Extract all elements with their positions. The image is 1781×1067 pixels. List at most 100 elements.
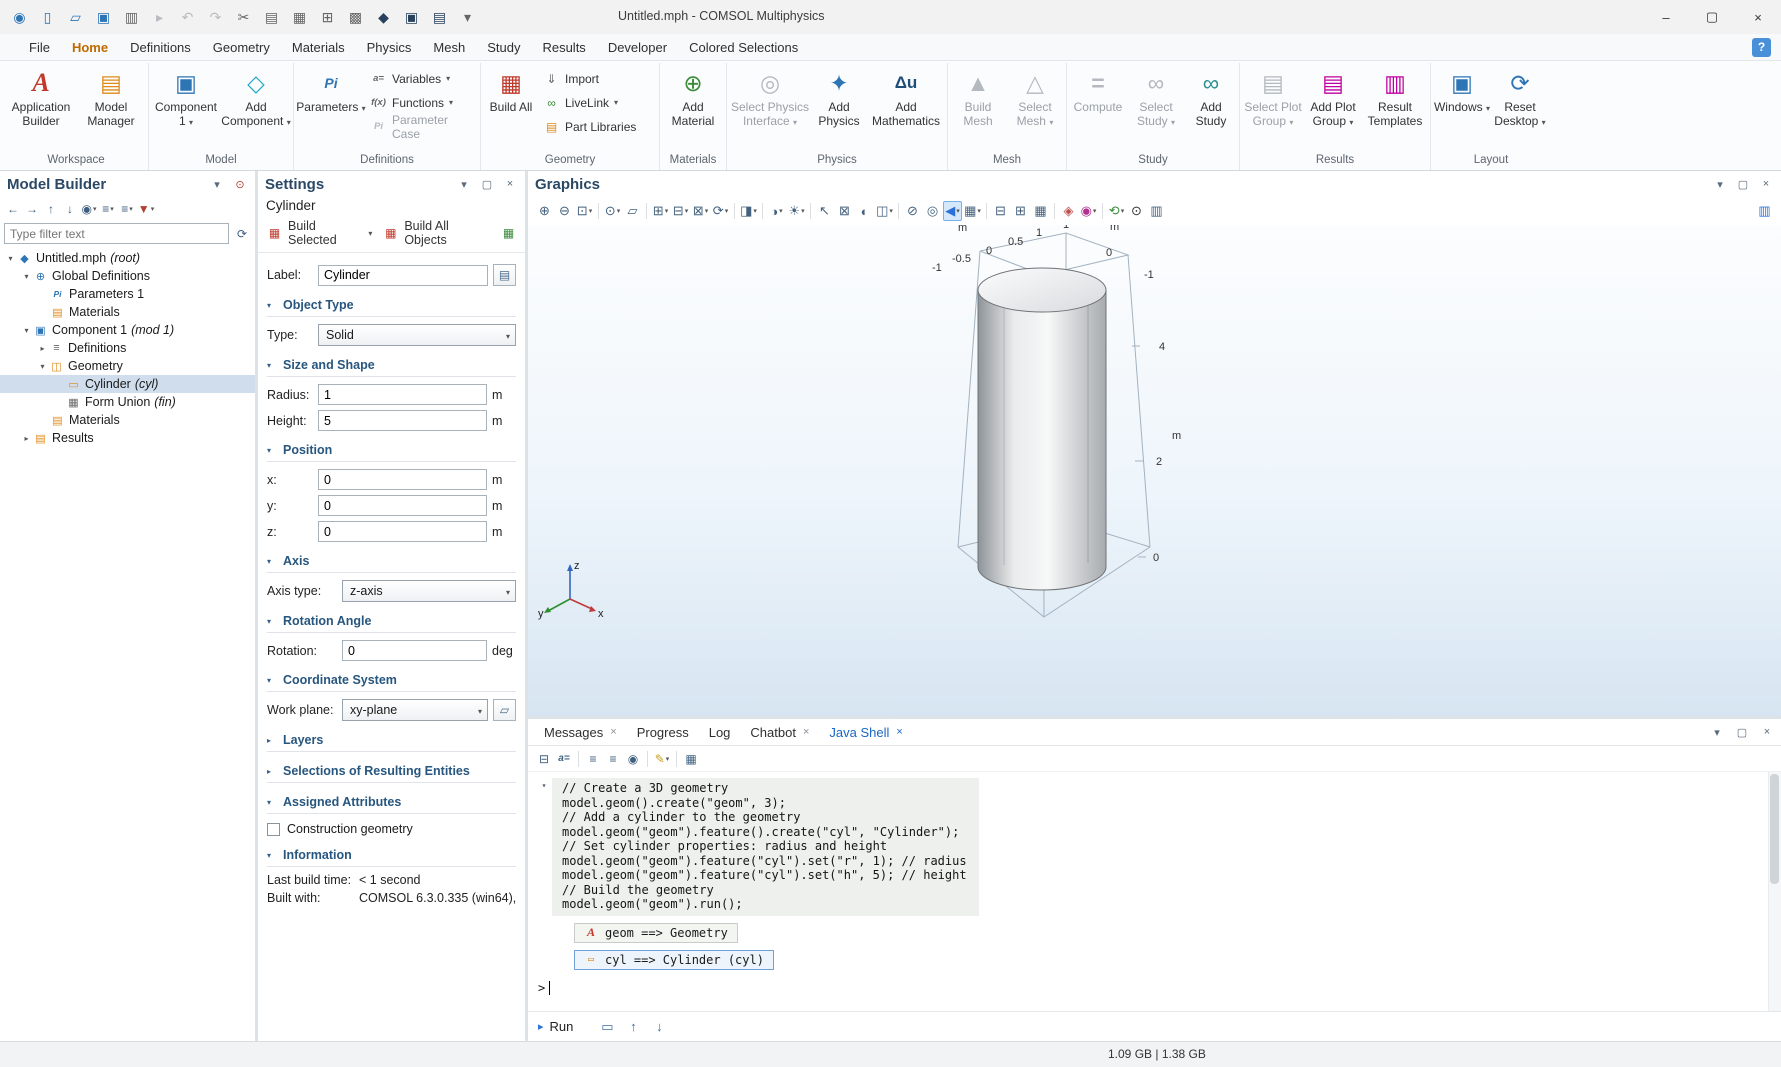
part-libraries-button[interactable]: ▤ Part Libraries xyxy=(539,116,657,137)
livelink-button[interactable]: ∞ LiveLink ▾ xyxy=(539,92,657,113)
expander-icon[interactable]: ▾ xyxy=(20,272,33,281)
application-builder-shortcut-icon[interactable]: ▣ xyxy=(402,8,421,27)
save-as-icon[interactable]: ▥ xyxy=(122,8,141,27)
expander-icon[interactable]: ▾ xyxy=(4,254,17,263)
filter-menu-icon[interactable]: ▼▾ xyxy=(137,200,155,218)
view-yz-plane-icon[interactable]: ⊟▾ xyxy=(671,201,690,221)
panel-menu-caret-icon[interactable]: ▾ xyxy=(209,176,225,192)
tree-item-component-1[interactable]: ▾ ▣ Component 1 (mod 1) xyxy=(0,321,255,339)
select-arrow-icon[interactable]: ↖ xyxy=(815,201,834,221)
shell-prompt-line[interactable]: > xyxy=(538,981,1767,996)
expander-icon[interactable]: ▾ xyxy=(20,326,33,335)
expander-icon[interactable]: ▸ xyxy=(36,344,49,353)
show-variables-icon[interactable]: a= xyxy=(555,750,573,768)
plot-settings-icon[interactable]: ▦▾ xyxy=(963,201,982,221)
section-header-object-type[interactable]: ▾ Object Type xyxy=(267,295,516,317)
menu-tab-physics[interactable]: Physics xyxy=(356,36,423,59)
pin-icon[interactable]: ⊙ xyxy=(232,176,248,192)
orthographic-projection-icon[interactable]: ▱ xyxy=(623,201,642,221)
previous-command-icon[interactable]: ↑ xyxy=(623,1017,643,1037)
build-all-objects-button[interactable]: ▦ Build All Objects xyxy=(382,219,490,247)
zoom-in-icon[interactable]: ⊕ xyxy=(535,201,554,221)
run-play-icon[interactable]: ▸ xyxy=(538,1020,544,1033)
node-group-menu-icon[interactable]: ≡▾ xyxy=(99,200,117,218)
view-zx-plane-icon[interactable]: ⊠▾ xyxy=(691,201,710,221)
tree-item-cylinder[interactable]: ▭ Cylinder (cyl) xyxy=(0,375,255,393)
go-forward-icon[interactable]: → xyxy=(23,200,41,218)
parameters-button[interactable]: Pi Parameters ▾ xyxy=(296,63,366,114)
add-physics-button[interactable]: ✦ Add Physics xyxy=(811,63,867,128)
print-icon[interactable]: ▥ xyxy=(1147,201,1166,221)
expand-all-icon[interactable]: ≡ xyxy=(584,750,602,768)
view-xy-plane-icon[interactable]: ⊞▾ xyxy=(651,201,670,221)
go-back-icon[interactable]: ← xyxy=(4,200,22,218)
java-shell-output[interactable]: ▾ // Create a 3D geometry model.geom().c… xyxy=(528,772,1781,1011)
zoom-extents-icon[interactable]: ⊡▾ xyxy=(575,201,594,221)
tree-filter-input[interactable] xyxy=(4,223,229,244)
menu-tab-colored-selections[interactable]: Colored Selections xyxy=(678,36,809,59)
panel-menu-caret-icon[interactable]: ▾ xyxy=(1709,724,1725,740)
snapshot-camera-icon[interactable]: ⊙ xyxy=(1127,201,1146,221)
toggle-selection-icon[interactable]: ▦ xyxy=(500,225,517,242)
expander-icon[interactable]: ▾ xyxy=(36,362,49,371)
work-plane-select[interactable]: xy-plane ▾ xyxy=(342,699,488,721)
reset-hiding-icon[interactable]: ◎ xyxy=(923,201,942,221)
help-button[interactable]: ? xyxy=(1752,38,1771,57)
selection-colors-icon[interactable]: ◈ xyxy=(1059,201,1078,221)
section-header-size-and-shape[interactable]: ▾ Size and Shape xyxy=(267,355,516,377)
add-study-button[interactable]: ∞ Add Study xyxy=(1185,63,1237,128)
tree-item-definitions[interactable]: ▸ ≡ Definitions xyxy=(0,339,255,357)
delete-icon[interactable]: ▩ xyxy=(346,8,365,27)
wireframe-icon[interactable]: ◫▾ xyxy=(875,201,894,221)
paste-icon[interactable]: ▦ xyxy=(290,8,309,27)
panel-menu-caret-icon[interactable]: ▾ xyxy=(1712,176,1728,192)
highlight-syntax-icon[interactable]: ✎▾ xyxy=(653,750,671,768)
model-manager-shortcut-icon[interactable]: ▤ xyxy=(430,8,449,27)
tree-item-materials-global[interactable]: ▤ Materials xyxy=(0,303,255,321)
menu-tab-study[interactable]: Study xyxy=(476,36,531,59)
zoom-out-icon[interactable]: ⊖ xyxy=(555,201,574,221)
close-button[interactable]: × xyxy=(1735,0,1781,34)
move-up-icon[interactable]: ↑ xyxy=(42,200,60,218)
tab-progress[interactable]: Progress xyxy=(627,720,699,745)
tab-messages[interactable]: Messages × xyxy=(534,720,627,745)
z-input[interactable] xyxy=(318,521,487,542)
highlight-icon[interactable]: ◉▾ xyxy=(1079,201,1098,221)
maximize-button[interactable]: ▢ xyxy=(1689,0,1735,34)
close-panel-icon[interactable]: × xyxy=(1758,176,1774,192)
side-panel-toggle-icon[interactable]: ▥ xyxy=(1755,201,1774,221)
go-to-default-view-icon[interactable]: ⊙▾ xyxy=(603,201,622,221)
save-icon[interactable]: ▣ xyxy=(94,8,113,27)
tab-chatbot[interactable]: Chatbot × xyxy=(740,720,819,745)
menu-tab-geometry[interactable]: Geometry xyxy=(202,36,281,59)
hide-selected-icon[interactable]: ⊘ xyxy=(903,201,922,221)
reset-desktop-button[interactable]: ⟳ Reset Desktop ▾ xyxy=(1491,63,1549,128)
functions-button[interactable]: f(x) Functions ▾ xyxy=(366,92,478,113)
node-order-menu-icon[interactable]: ≡▾ xyxy=(118,200,136,218)
panel-menu-caret-icon[interactable]: ▾ xyxy=(456,176,472,192)
expander-icon[interactable]: ▸ xyxy=(20,434,33,443)
variables-button[interactable]: a= Variables ▾ xyxy=(366,68,478,89)
section-header-assigned-attributes[interactable]: ▾ Assigned Attributes xyxy=(267,792,516,814)
scrollbar-thumb[interactable] xyxy=(1770,774,1779,884)
copy-icon[interactable]: ▤ xyxy=(262,8,281,27)
tab-java-shell[interactable]: Java Shell × xyxy=(819,720,912,745)
radius-input[interactable] xyxy=(318,384,487,405)
menu-tab-materials[interactable]: Materials xyxy=(281,36,356,59)
menu-tab-home[interactable]: Home xyxy=(61,36,119,59)
close-tab-icon[interactable]: × xyxy=(610,726,616,738)
show-output-icon[interactable]: ◉ xyxy=(624,750,642,768)
output-geom-badge[interactable]: A geom ==> Geometry xyxy=(574,923,738,943)
y-input[interactable] xyxy=(318,495,487,516)
menu-tab-results[interactable]: Results xyxy=(531,36,596,59)
transparency-icon[interactable]: ◐ xyxy=(855,201,874,221)
add-mathematics-button[interactable]: Δu Add Mathematics xyxy=(867,63,945,128)
tree-item-global-definitions[interactable]: ▾ ⊕ Global Definitions xyxy=(0,267,255,285)
build-all-button[interactable]: ▦ Build All xyxy=(483,63,539,114)
box-select-icon[interactable]: ⊠ xyxy=(835,201,854,221)
cut-icon[interactable]: ✂ xyxy=(234,8,253,27)
add-material-button[interactable]: ⊕ Add Material xyxy=(662,63,724,128)
section-header-axis[interactable]: ▾ Axis xyxy=(267,551,516,573)
rotate-view-icon[interactable]: ⟳▾ xyxy=(711,201,730,221)
minimize-button[interactable]: – xyxy=(1643,0,1689,34)
